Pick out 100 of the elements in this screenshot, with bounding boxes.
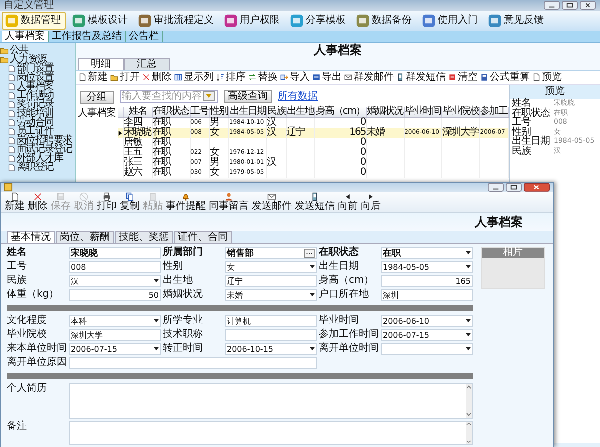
toolbar-button[interactable]: 用户权限: [222, 12, 284, 30]
caret-icon[interactable]: [310, 347, 315, 351]
column-header[interactable]: 毕业时间: [404, 107, 442, 118]
toolbar-button[interactable]: 使用入门: [420, 12, 482, 30]
input-field[interactable]: 计算机: [225, 315, 317, 327]
caret-icon[interactable]: [310, 265, 315, 269]
input-field[interactable]: 2006-06-10: [381, 315, 473, 327]
document-tab[interactable]: 工作报告及总结: [49, 31, 126, 42]
toolbar-button[interactable]: 分享模板: [288, 12, 350, 30]
toolbar-button[interactable]: 公式重算: [480, 72, 530, 83]
toolbar-button[interactable]: 新建: [5, 192, 25, 212]
toolbar-button[interactable]: 清空: [448, 72, 478, 83]
close-icon[interactable]: [524, 183, 550, 192]
input-field[interactable]: 本科: [69, 315, 161, 327]
toolbar-button[interactable]: 打开: [110, 72, 140, 83]
caret-icon[interactable]: [466, 333, 471, 337]
toolbar-button[interactable]: 显示列: [174, 72, 214, 83]
input-field[interactable]: 女: [225, 261, 317, 273]
tree-item[interactable]: 部门设置: [17, 64, 54, 73]
all-data-link[interactable]: 所有数据: [278, 89, 318, 103]
caret-icon[interactable]: [154, 347, 159, 351]
group-button[interactable]: 分组: [80, 91, 114, 104]
tree-item[interactable]: 工作调动: [17, 91, 54, 100]
form-tab[interactable]: 技能、奖惩: [115, 231, 173, 243]
toolbar-button[interactable]: 导入: [280, 72, 310, 83]
toolbar-button[interactable]: 删除: [28, 192, 48, 212]
scrollbar-icon[interactable]: [466, 422, 472, 444]
input-field[interactable]: 在职: [381, 247, 473, 259]
toolbar-button[interactable]: 排序: [216, 72, 246, 83]
tree-item[interactable]: 技能培训: [17, 109, 54, 118]
toolbar-button[interactable]: 事件提醒: [166, 192, 206, 212]
toolbar-button[interactable]: 导出: [312, 72, 342, 83]
view-tab[interactable]: 汇总: [124, 58, 170, 70]
toolbar-button[interactable]: 发送邮件: [252, 192, 292, 212]
toolbar-button[interactable]: 数据管理: [2, 12, 66, 30]
advanced-search-button[interactable]: 高级查询: [224, 90, 272, 102]
caret-icon[interactable]: [310, 293, 315, 297]
input-field[interactable]: 2006-07-15: [69, 343, 161, 355]
input-field[interactable]: 辽宁: [225, 275, 317, 287]
input-field[interactable]: 2006-10-15: [225, 343, 317, 355]
toolbar-button[interactable]: 群发邮件: [344, 72, 394, 83]
toolbar-button[interactable]: 替换: [248, 72, 278, 83]
group-tree-item[interactable]: 人事档案: [78, 108, 116, 119]
more-icon[interactable]: [304, 248, 315, 258]
column-header[interactable]: 参加工: [480, 107, 508, 118]
toolbar-button[interactable]: 新建: [78, 72, 108, 83]
caret-icon[interactable]: [466, 251, 471, 255]
tree-item[interactable]: 人力资源: [10, 55, 47, 64]
caret-icon[interactable]: [466, 319, 471, 323]
caret-icon[interactable]: [154, 279, 159, 283]
input-field[interactable]: 深圳: [381, 289, 473, 301]
input-field[interactable]: 2006-07-15: [381, 329, 473, 341]
caret-icon[interactable]: [466, 347, 471, 351]
input-field[interactable]: [381, 343, 473, 355]
input-field[interactable]: 销售部: [225, 247, 317, 259]
input-field[interactable]: [69, 357, 317, 369]
column-header[interactable]: 工号: [190, 107, 210, 118]
input-field[interactable]: 深圳大学: [69, 329, 161, 341]
caret-icon[interactable]: [154, 319, 159, 323]
toolbar-button[interactable]: 模板设计: [70, 12, 132, 30]
toolbar-button[interactable]: 向后: [361, 192, 381, 212]
tree-item[interactable]: 奖罚记录: [17, 100, 54, 109]
column-header[interactable]: 身高（cm）: [314, 107, 366, 118]
close-icon[interactable]: [580, 1, 596, 10]
input-field[interactable]: 165: [381, 275, 473, 287]
toolbar-button[interactable]: 审批流程定义: [136, 12, 218, 30]
input-field[interactable]: 汉: [69, 275, 161, 287]
tree-item[interactable]: 劳动合同: [17, 118, 54, 127]
column-header[interactable]: 出生日期: [228, 107, 267, 118]
column-header[interactable]: 民族: [266, 107, 286, 118]
input-field[interactable]: 宋晓晓: [69, 247, 161, 259]
column-header[interactable]: 婚姻状况: [366, 107, 404, 118]
toolbar-button[interactable]: 打印: [97, 192, 117, 212]
tree-item[interactable]: 公共: [10, 46, 28, 55]
input-field[interactable]: 1984-05-05: [381, 261, 473, 273]
toolbar-button[interactable]: 预览: [532, 72, 562, 83]
column-header[interactable]: 毕业院校: [442, 107, 480, 118]
document-tab[interactable]: 公告栏: [126, 31, 163, 42]
form-tab[interactable]: 基本情况: [7, 231, 55, 243]
tree-item[interactable]: 离职登记: [17, 163, 54, 172]
toolbar-button[interactable]: 同事留言: [209, 192, 249, 212]
tree-item[interactable]: 人事档案: [17, 82, 54, 91]
input-field[interactable]: [225, 329, 317, 341]
caret-icon[interactable]: [466, 265, 471, 269]
input-field[interactable]: 008: [69, 261, 161, 273]
column-header[interactable]: 在职状态: [152, 107, 190, 118]
tree-item[interactable]: 面试记录登记: [17, 145, 72, 154]
maximize-icon[interactable]: [562, 1, 578, 10]
view-tab[interactable]: 明细: [78, 58, 124, 70]
toolbar-button[interactable]: 意见反馈: [486, 12, 548, 30]
form-tab[interactable]: 证件、合同: [174, 231, 232, 243]
tree-item[interactable]: 外部人才库: [17, 154, 64, 163]
document-tab[interactable]: 人事档案: [2, 31, 49, 42]
toolbar-button[interactable]: 发送短信: [295, 192, 335, 212]
toolbar-button[interactable]: 向前: [338, 192, 358, 212]
input-field[interactable]: 50: [69, 289, 161, 301]
column-header[interactable]: 姓名: [124, 107, 152, 118]
input-field[interactable]: 未婚: [225, 289, 317, 301]
tree-item[interactable]: 员工证件: [17, 127, 54, 136]
toolbar-button[interactable]: 群发短信: [396, 72, 446, 83]
